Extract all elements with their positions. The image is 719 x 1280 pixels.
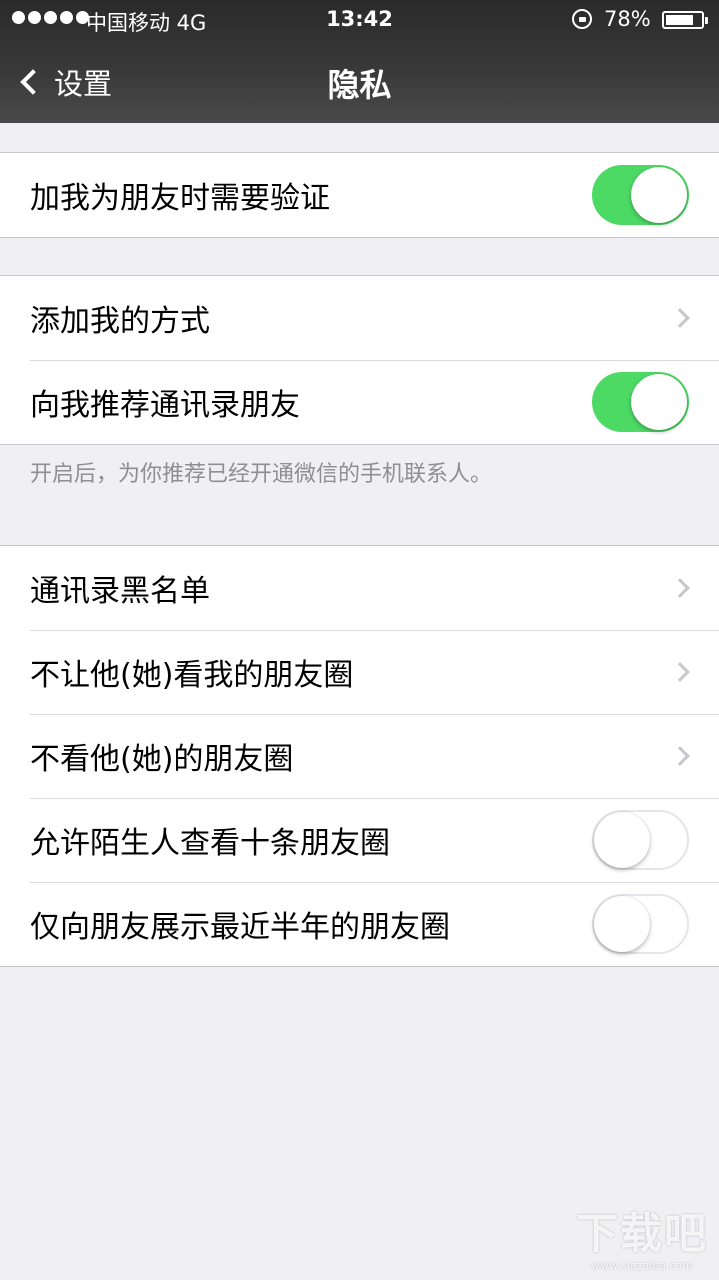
toggle-knob [594, 896, 650, 952]
row-label: 添加我的方式 [30, 304, 210, 339]
row-stranger-ten-posts: 允许陌生人查看十条朋友圈 [0, 798, 719, 882]
status-bar: 中国移动 4G 13:42 78% [0, 0, 719, 40]
watermark-url: www.xiazaiba.com [590, 1259, 694, 1272]
row-label: 不让他(她)看我的朋友圈 [30, 658, 354, 693]
row-label: 不看他(她)的朋友圈 [30, 742, 294, 777]
row-verify-friend-request: 加我为朋友时需要验证 [0, 153, 719, 237]
row-add-methods[interactable]: 添加我的方式 [0, 276, 719, 360]
watermark-logo: 下载吧 www.xiazaiba.com [572, 1208, 712, 1274]
stranger-ten-posts-toggle[interactable] [592, 810, 689, 870]
row-blacklist[interactable]: 通讯录黑名单 [0, 546, 719, 630]
row-hide-moments-from[interactable]: 不让他(她)看我的朋友圈 [0, 630, 719, 714]
row-half-year-moments: 仅向朋友展示最近半年的朋友圈 [0, 882, 719, 966]
add-methods-group: 添加我的方式 向我推荐通讯录朋友 [0, 275, 719, 445]
verify-group: 加我为朋友时需要验证 [0, 152, 719, 238]
toggle-knob [631, 167, 687, 223]
recommend-footnote: 开启后，为你推荐已经开通微信的手机联系人。 [30, 462, 493, 487]
row-label: 通讯录黑名单 [30, 574, 210, 609]
page-title: 隐私 [327, 66, 392, 104]
watermark-text: 下载吧 [575, 1209, 708, 1258]
header: 中国移动 4G 13:42 78% 设置 隐私 [0, 0, 719, 123]
row-dont-see-moments[interactable]: 不看他(她)的朋友圈 [0, 714, 719, 798]
recommend-contacts-toggle[interactable] [592, 372, 689, 432]
nav-bar: 设置 隐私 [0, 40, 719, 123]
battery-percentage: 78% [604, 7, 651, 31]
toggle-knob [594, 812, 650, 868]
row-recommend-contacts: 向我推荐通讯录朋友 [0, 360, 719, 444]
moments-group: 通讯录黑名单 不让他(她)看我的朋友圈 不看他(她)的朋友圈 允许陌生人查看十条… [0, 545, 719, 967]
battery-icon [662, 11, 708, 29]
verify-toggle[interactable] [592, 165, 689, 225]
toggle-knob [631, 374, 687, 430]
rotation-lock-icon [572, 9, 592, 29]
half-year-moments-toggle[interactable] [592, 894, 689, 954]
